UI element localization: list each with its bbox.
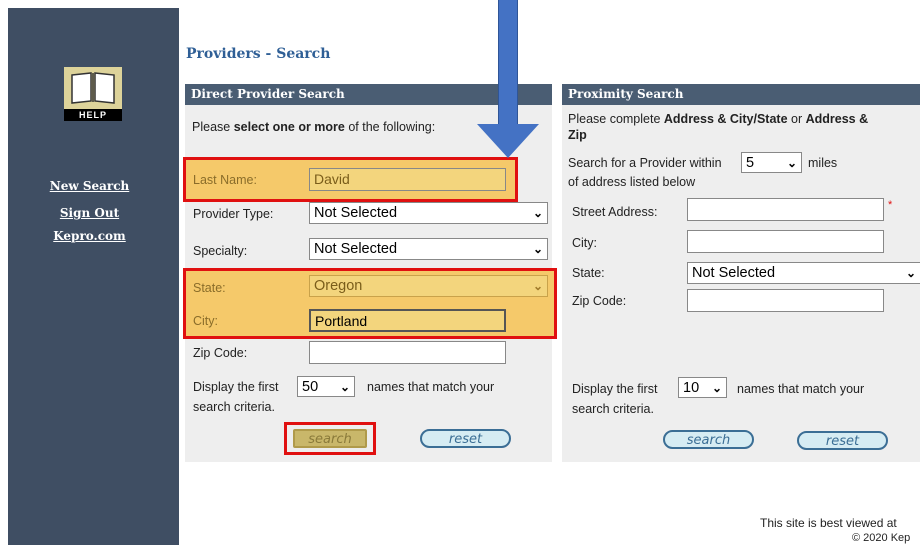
footer-browser-note: This site is best viewed at xyxy=(760,516,897,530)
book-icon xyxy=(64,67,122,109)
chevron-down-icon: ⌄ xyxy=(339,380,350,394)
prox-state-select[interactable]: Not Selected ⌄ xyxy=(687,262,920,284)
page-title: Providers - Search xyxy=(186,46,331,62)
within-suffix: miles xyxy=(808,156,838,170)
direct-search-header: Direct Provider Search xyxy=(185,84,552,105)
help-button[interactable]: HELP xyxy=(64,67,122,121)
last-name-label: Last Name: xyxy=(193,173,257,187)
prox-zip-label: Zip Code: xyxy=(572,294,627,308)
chevron-down-icon: ⌄ xyxy=(532,279,543,293)
city-input[interactable]: Portland xyxy=(309,309,506,332)
down-arrow-icon xyxy=(498,0,518,125)
prox-display-suffix-2: search criteria. xyxy=(572,402,654,416)
state-select[interactable]: Oregon ⌄ xyxy=(309,275,548,297)
prox-city-input[interactable] xyxy=(687,230,884,253)
chevron-down-icon: ⌄ xyxy=(905,266,916,280)
proximity-instruction-2: Zip xyxy=(568,128,587,142)
chevron-down-icon: ⌄ xyxy=(711,381,722,395)
provider-type-label: Provider Type: xyxy=(193,207,274,221)
chevron-down-icon: ⌄ xyxy=(532,206,543,220)
display-suffix: names that match your xyxy=(367,380,495,394)
proximity-instruction: Please complete Address & City/State or … xyxy=(568,112,869,126)
zip-label: Zip Code: xyxy=(193,346,248,360)
new-search-link[interactable]: New Search xyxy=(8,179,171,193)
city-label: City: xyxy=(193,314,218,328)
help-label: HELP xyxy=(64,109,122,121)
prox-reset-button[interactable]: reset xyxy=(797,431,888,450)
chevron-down-icon: ⌄ xyxy=(786,156,797,170)
specialty-select[interactable]: Not Selected ⌄ xyxy=(309,238,548,260)
sign-out-link[interactable]: Sign Out xyxy=(8,206,171,220)
prox-display-count-select[interactable]: 10 ⌄ xyxy=(678,377,727,398)
prox-state-label: State: xyxy=(572,266,605,280)
display-suffix-2: search criteria. xyxy=(193,400,275,414)
prox-search-button[interactable]: search xyxy=(663,430,754,449)
street-address-input[interactable] xyxy=(687,198,884,221)
required-mark: * xyxy=(888,199,893,211)
display-prefix: Display the first xyxy=(193,380,279,394)
display-count-select[interactable]: 50 ⌄ xyxy=(297,376,355,397)
state-label: State: xyxy=(193,281,226,295)
kepro-link[interactable]: Kepro.com xyxy=(8,229,171,243)
street-address-label: Street Address: xyxy=(572,205,658,219)
within-prefix: Search for a Provider within xyxy=(568,156,722,170)
within-miles-select[interactable]: 5 ⌄ xyxy=(741,152,802,173)
last-name-input[interactable]: David xyxy=(309,168,506,191)
prox-city-label: City: xyxy=(572,236,597,250)
direct-instruction: Please select one or more of the followi… xyxy=(192,120,436,134)
reset-button[interactable]: reset xyxy=(420,429,511,448)
prox-display-prefix: Display the first xyxy=(572,382,658,396)
within-line-2: of address listed below xyxy=(568,175,696,189)
down-arrow-head xyxy=(477,124,539,158)
specialty-label: Specialty: xyxy=(193,244,248,258)
prox-display-suffix: names that match your xyxy=(737,382,865,396)
provider-type-select[interactable]: Not Selected ⌄ xyxy=(309,202,548,224)
proximity-search-header: Proximity Search xyxy=(562,84,920,105)
zip-input[interactable] xyxy=(309,341,506,364)
footer-copyright: © 2020 Kep xyxy=(852,532,911,544)
chevron-down-icon: ⌄ xyxy=(532,242,543,256)
search-button[interactable]: search xyxy=(293,429,367,448)
prox-zip-input[interactable] xyxy=(687,289,884,312)
